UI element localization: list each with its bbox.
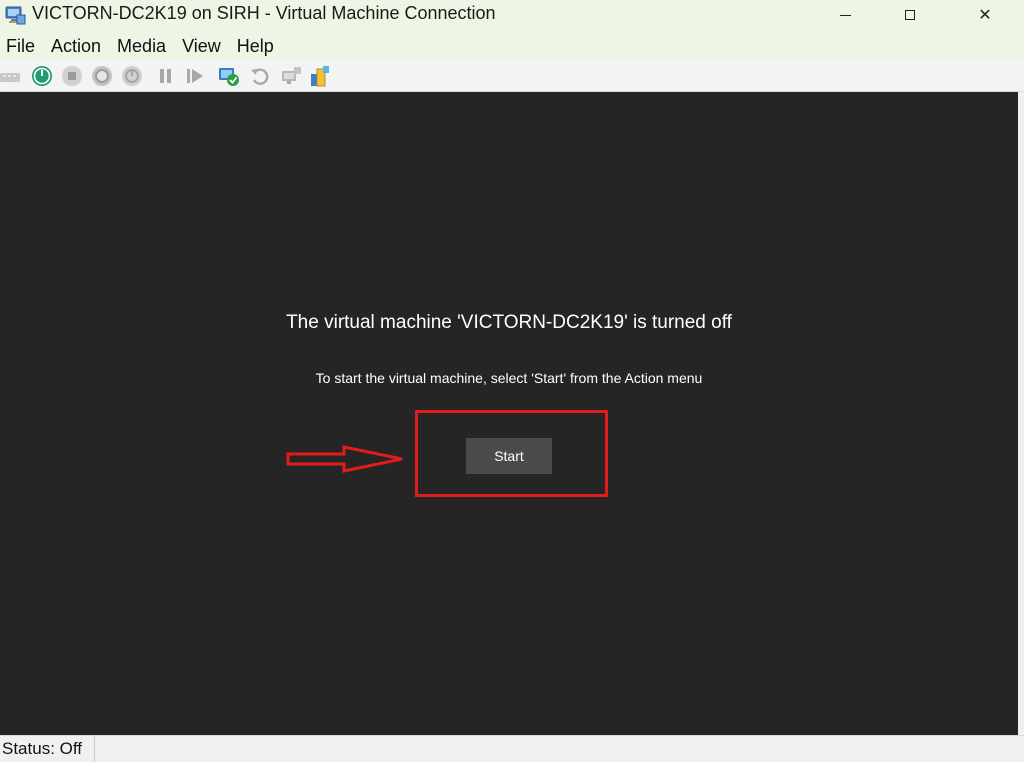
vm-display-area: The virtual machine 'VICTORN-DC2K19' is … [0, 92, 1024, 735]
menu-action[interactable]: Action [43, 32, 109, 60]
window-edge [1018, 92, 1024, 735]
start-button[interactable]: Start [466, 438, 552, 474]
vm-status-heading: The virtual machine 'VICTORN-DC2K19' is … [286, 312, 732, 333]
turn-off-icon[interactable] [61, 65, 83, 87]
revert-icon[interactable] [249, 65, 271, 87]
toolbar [0, 60, 1024, 92]
menu-media[interactable]: Media [109, 32, 174, 60]
menu-bar: File Action Media View Help [0, 32, 1024, 60]
checkpoint-icon[interactable] [218, 65, 240, 87]
ctrl-alt-del-icon[interactable] [0, 65, 22, 87]
menu-file[interactable]: File [0, 32, 43, 60]
shut-down-icon[interactable] [91, 65, 113, 87]
status-text: Status: Off [0, 736, 95, 762]
maximize-button[interactable] [875, 0, 945, 30]
red-arrow-annotation [286, 445, 403, 473]
status-bar: Status: Off [0, 735, 1024, 762]
window-title: VICTORN-DC2K19 on SIRH - Virtual Machine… [32, 3, 496, 23]
enhanced-session-icon[interactable] [280, 65, 302, 87]
minimize-button[interactable] [810, 0, 880, 30]
minimize-icon [839, 14, 851, 16]
start-icon[interactable] [31, 65, 53, 87]
title-bar: VICTORN-DC2K19 on SIRH - Virtual Machine… [0, 0, 1024, 32]
close-icon: ✕ [978, 5, 992, 24]
close-button[interactable]: ✕ [950, 0, 1020, 30]
share-icon[interactable] [309, 65, 331, 87]
menu-help[interactable]: Help [229, 32, 282, 60]
save-icon[interactable] [121, 65, 143, 87]
resume-icon[interactable] [184, 65, 206, 87]
menu-view[interactable]: View [174, 32, 229, 60]
vm-start-instruction: To start the virtual machine, select 'St… [315, 370, 703, 386]
vm-connection-app-icon[interactable] [4, 4, 26, 26]
maximize-icon [905, 10, 915, 20]
pause-icon[interactable] [155, 65, 177, 87]
